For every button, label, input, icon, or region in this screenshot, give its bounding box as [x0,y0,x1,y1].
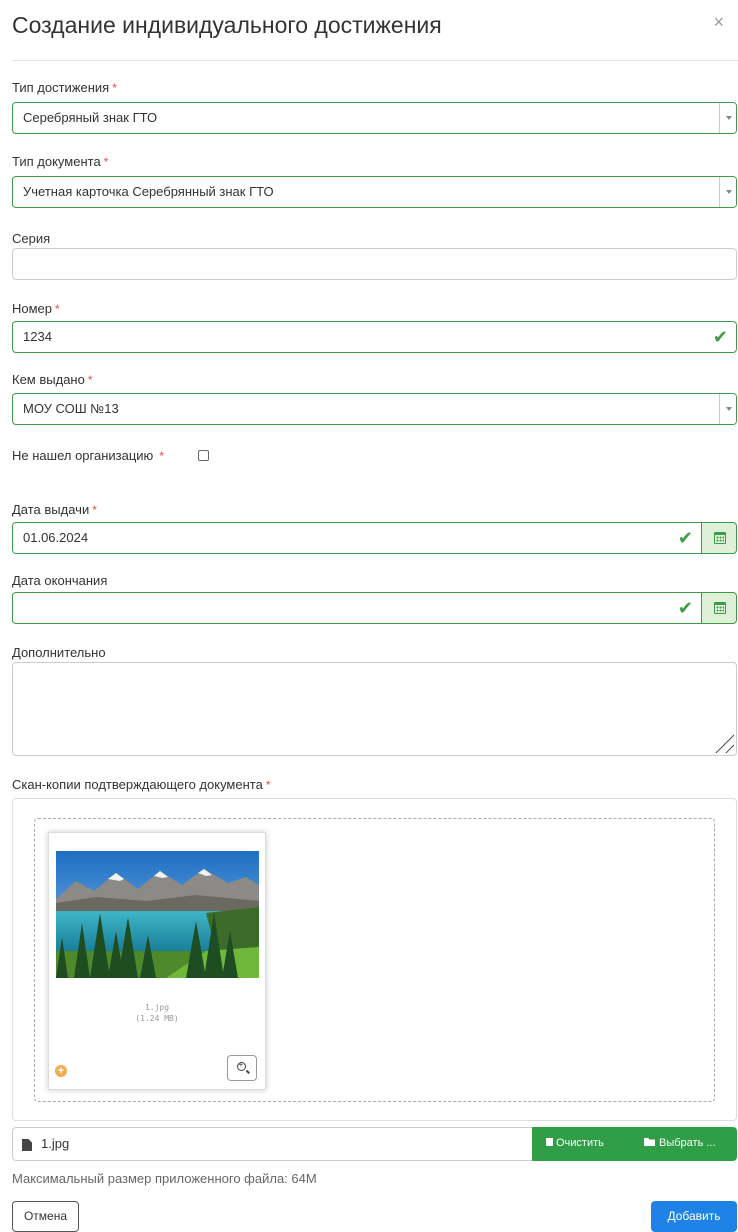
additional-label: Дополнительно [12,645,106,660]
chevron-down-icon[interactable] [719,394,736,424]
modal-title: Создание индивидуального достижения [12,12,442,38]
file-drop-zone[interactable]: 1.jpg (1.24 MB) + [34,818,715,1102]
required-mark: * [112,81,117,95]
scans-label: Скан-копии подтверждающего документа * [12,777,271,792]
cancel-button[interactable]: Отмена [12,1201,79,1232]
issued-by-value: МОУ СОШ №13 [23,401,119,416]
zoom-in-icon [237,1060,246,1071]
file-caption-name: 1.jpg [144,1003,170,1012]
additional-textarea[interactable] [12,662,737,756]
plus-circle-icon: + [55,1065,67,1077]
file-input-group: 1.jpg Очистить Выбрать ... [12,1127,737,1161]
add-button[interactable]: Добавить [651,1201,737,1232]
browse-file-button[interactable]: Выбрать ... [644,1137,716,1149]
end-date-label: Дата окончания [12,573,108,588]
issue-date-label: Дата выдачи * [12,502,97,517]
file-preview-card: 1.jpg (1.24 MB) + [48,832,266,1090]
required-mark: * [265,778,271,792]
achievement-type-label: Тип достижения * [12,80,117,95]
number-input[interactable]: 1234 ✔ [12,321,737,353]
checkmark-icon: ✔ [677,528,693,548]
file-name-display: 1.jpg [12,1127,532,1161]
close-icon[interactable]: × [713,12,724,33]
header-divider [12,60,738,61]
document-type-select[interactable]: Учетная карточка Серебрянный знак ГТО [12,176,737,208]
end-date-calendar-button[interactable] [701,592,737,624]
number-value: 1234 [23,329,52,344]
checkmark-icon: ✔ [712,327,728,347]
issued-by-label: Кем выдано * [12,372,93,387]
chevron-down-icon[interactable] [719,177,736,207]
issued-by-select[interactable]: МОУ СОШ №13 [12,393,737,425]
required-mark: * [92,503,97,517]
org-not-found-label: Не нашел организацию * [12,448,164,463]
required-mark: * [55,302,60,316]
file-actions: Очистить Выбрать ... [532,1127,737,1161]
required-mark: * [159,449,164,463]
resize-handle-icon[interactable] [712,731,734,753]
end-date-input[interactable]: ✔ [12,592,702,624]
series-label: Серия [12,231,51,246]
file-thumbnail [56,851,259,978]
document-type-label: Тип документа * [12,154,109,169]
achievement-type-value: Серебряный знак ГТО [23,110,158,125]
chevron-down-icon[interactable] [719,103,736,133]
clear-file-button[interactable]: Очистить [546,1137,604,1149]
number-label: Номер * [12,301,60,316]
zoom-in-button[interactable] [227,1055,257,1081]
issue-date-calendar-button[interactable] [701,522,737,554]
file-icon [22,1139,32,1151]
achievement-type-select[interactable]: Серебряный знак ГТО [12,102,737,134]
file-upload-panel: 1.jpg (1.24 MB) + [12,798,737,1121]
calendar-icon [714,602,726,614]
file-caption-size: (1.24 MB) [135,1014,179,1023]
document-type-value: Учетная карточка Серебрянный знак ГТО [23,184,274,199]
issue-date-input[interactable]: 01.06.2024 ✔ [12,522,702,554]
checkmark-icon: ✔ [677,598,693,618]
trash-icon [546,1138,553,1146]
series-input[interactable] [12,248,737,280]
max-file-size-hint: Максимальный размер приложенного файла: … [12,1171,317,1186]
landscape-image [56,851,259,978]
required-mark: * [103,155,109,169]
folder-open-icon [644,1138,655,1146]
issue-date-value: 01.06.2024 [23,530,89,545]
org-not-found-checkbox[interactable] [198,450,209,461]
calendar-icon [714,532,726,544]
required-mark: * [87,373,93,387]
